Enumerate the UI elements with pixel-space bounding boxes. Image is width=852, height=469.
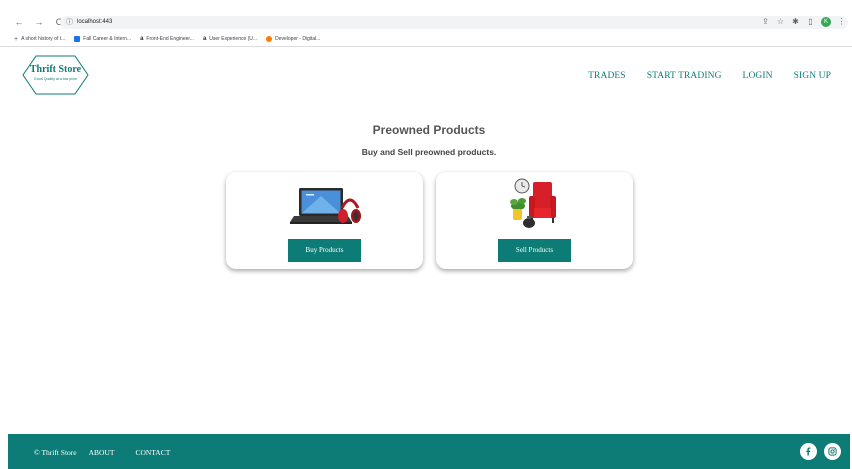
browser-actions: ⇪ ☆ ✱ ▯ K ⋮ <box>761 16 846 28</box>
bookmark-item[interactable]: Developer - Digital... <box>266 36 320 42</box>
back-icon[interactable]: ← <box>14 16 24 28</box>
bookmark-label: Developer - Digital... <box>275 36 321 42</box>
nav-trades[interactable]: TRADES <box>588 71 626 81</box>
nav-sign-up[interactable]: SIGN UP <box>794 71 831 81</box>
nav-start-trading[interactable]: START TRADING <box>647 71 722 81</box>
main-nav: TRADES START TRADING LOGIN SIGN UP <box>588 71 831 81</box>
sell-products-button[interactable]: Sell Products <box>498 239 571 262</box>
side-panel-icon[interactable]: ▯ <box>806 16 815 28</box>
logo-hexagon-icon <box>22 55 89 95</box>
buy-products-button[interactable]: Buy Products <box>288 239 361 262</box>
footer-about-link[interactable]: ABOUT <box>89 448 115 457</box>
menu-icon[interactable]: ⋮ <box>837 16 846 28</box>
extensions-icon[interactable]: ✱ <box>791 16 800 28</box>
buy-card: Buy Products <box>226 172 423 269</box>
bookmark-label: Front-End Engineer... <box>146 36 194 42</box>
footer-links: © Thrift Store ABOUT CONTACT <box>34 448 170 457</box>
star-icon[interactable]: ☆ <box>776 16 785 28</box>
logo-tagline: Good Quality at a low price <box>33 77 78 81</box>
facebook-icon[interactable] <box>800 443 817 460</box>
share-icon[interactable]: ⇪ <box>761 16 770 28</box>
bookmark-label: A short history of t... <box>21 36 66 42</box>
bookmark-label: Fall Career & Intern... <box>83 36 132 42</box>
logo-title: Thrift Store <box>29 64 82 75</box>
url-text[interactable]: localhost:443 <box>77 17 112 28</box>
site-footer: © Thrift Store ABOUT CONTACT <box>8 434 850 469</box>
browser-toolbar: ← → C ⓘ localhost:443 ⇪ ☆ ✱ ▯ K ⋮ <box>0 0 852 32</box>
bookmarks-bar: + A short history of t... Fall Career & … <box>0 32 852 46</box>
sell-card: Sell Products <box>436 172 633 269</box>
footer-socials <box>800 443 841 460</box>
bookmark-label: User Experience (U... <box>209 36 258 42</box>
armchair-clock-plant-icon <box>510 178 556 228</box>
page-subtitle: Buy and Sell preowned products. <box>361 147 497 157</box>
footer-contact-link[interactable]: CONTACT <box>135 448 170 457</box>
site-info-icon[interactable]: ⓘ <box>66 17 73 28</box>
laptop-headphones-icon <box>290 188 361 224</box>
bookmark-item[interactable]: + A short history of t... <box>14 36 65 43</box>
instagram-icon[interactable] <box>824 443 841 460</box>
bookmark-item[interactable]: a User Experience (U... <box>203 36 257 42</box>
page-title: Preowned Products <box>372 123 486 137</box>
bookmark-favicon-icon <box>74 36 81 42</box>
browser-nav: ← → C <box>14 16 64 28</box>
bookmark-plus-icon: + <box>14 35 19 43</box>
site-logo[interactable]: Thrift Store Good Quality at a low price <box>22 55 89 95</box>
amazon-favicon-icon: a <box>140 36 144 42</box>
amazon-favicon-icon: a <box>202 36 207 42</box>
bookmark-favicon-icon <box>266 36 273 42</box>
bookmark-item[interactable]: Fall Career & Intern... <box>74 36 131 42</box>
nav-login[interactable]: LOGIN <box>743 71 773 81</box>
footer-copyright: © Thrift Store <box>34 448 77 457</box>
address-bar[interactable]: ⓘ localhost:443 <box>60 16 848 29</box>
profile-avatar[interactable]: K <box>821 17 831 27</box>
browser-divider <box>0 46 852 47</box>
bookmark-item[interactable]: a Front-End Engineer... <box>140 36 194 42</box>
forward-icon[interactable]: → <box>34 16 44 28</box>
